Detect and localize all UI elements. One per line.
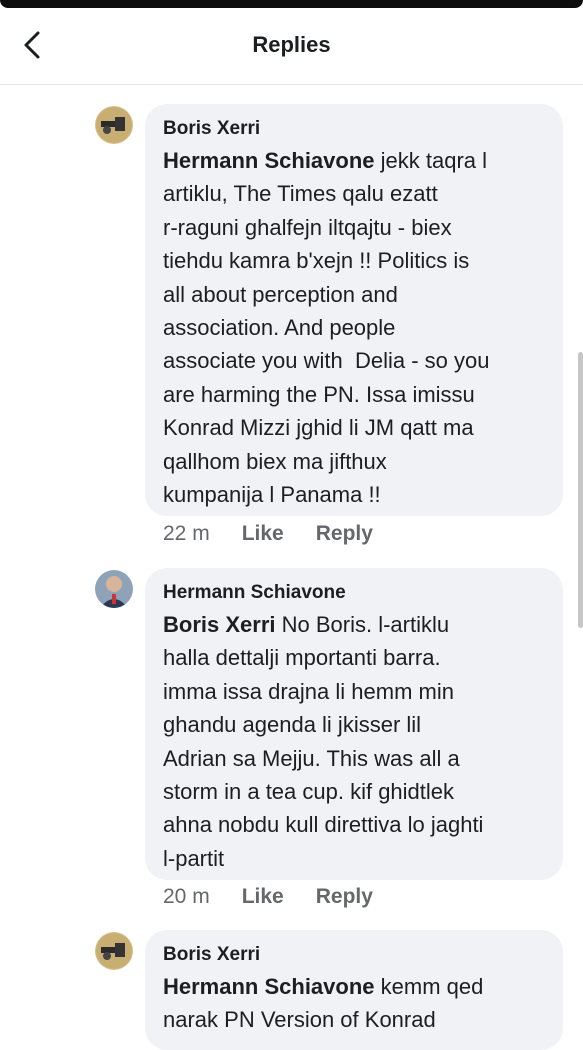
- reply-button[interactable]: Reply: [316, 885, 373, 909]
- mention[interactable]: Hermann Schiavone: [163, 148, 375, 173]
- like-button[interactable]: Like: [242, 522, 284, 546]
- comment-text: Boris Xerri No Boris. l-artiklu halla de…: [163, 612, 484, 871]
- comment-text: Hermann Schiavone kemm qed narak PN Vers…: [163, 974, 484, 1033]
- avatar[interactable]: [95, 570, 133, 608]
- comment-bubble: Boris Xerri Hermann Schiavone kemm qed n…: [145, 930, 563, 1050]
- scrollbar[interactable]: [578, 352, 583, 628]
- timestamp: 20 m: [163, 885, 210, 908]
- comment-author[interactable]: Boris Xerri: [163, 118, 545, 140]
- comment-bubble: Hermann Schiavone Boris Xerri No Boris. …: [145, 568, 563, 880]
- mention[interactable]: Hermann Schiavone: [163, 974, 375, 999]
- avatar[interactable]: [95, 106, 133, 144]
- status-bar: [0, 0, 583, 8]
- mention[interactable]: Boris Xerri: [163, 612, 276, 637]
- reply-button[interactable]: Reply: [316, 522, 373, 546]
- comment-author[interactable]: Boris Xerri: [163, 944, 545, 966]
- comment-bubble: Boris Xerri Hermann Schiavone jekk taqra…: [145, 104, 563, 516]
- header: Replies: [0, 8, 583, 85]
- comment-actions: 20 m Like Reply: [163, 885, 405, 909]
- comment-actions: 22 m Like Reply: [163, 522, 405, 546]
- comment-text: Hermann Schiavone jekk taqra l artiklu, …: [163, 148, 490, 508]
- timestamp: 22 m: [163, 522, 210, 545]
- like-button[interactable]: Like: [242, 885, 284, 909]
- comment-author[interactable]: Hermann Schiavone: [163, 582, 545, 604]
- avatar[interactable]: [95, 932, 133, 970]
- page-title: Replies: [252, 32, 331, 57]
